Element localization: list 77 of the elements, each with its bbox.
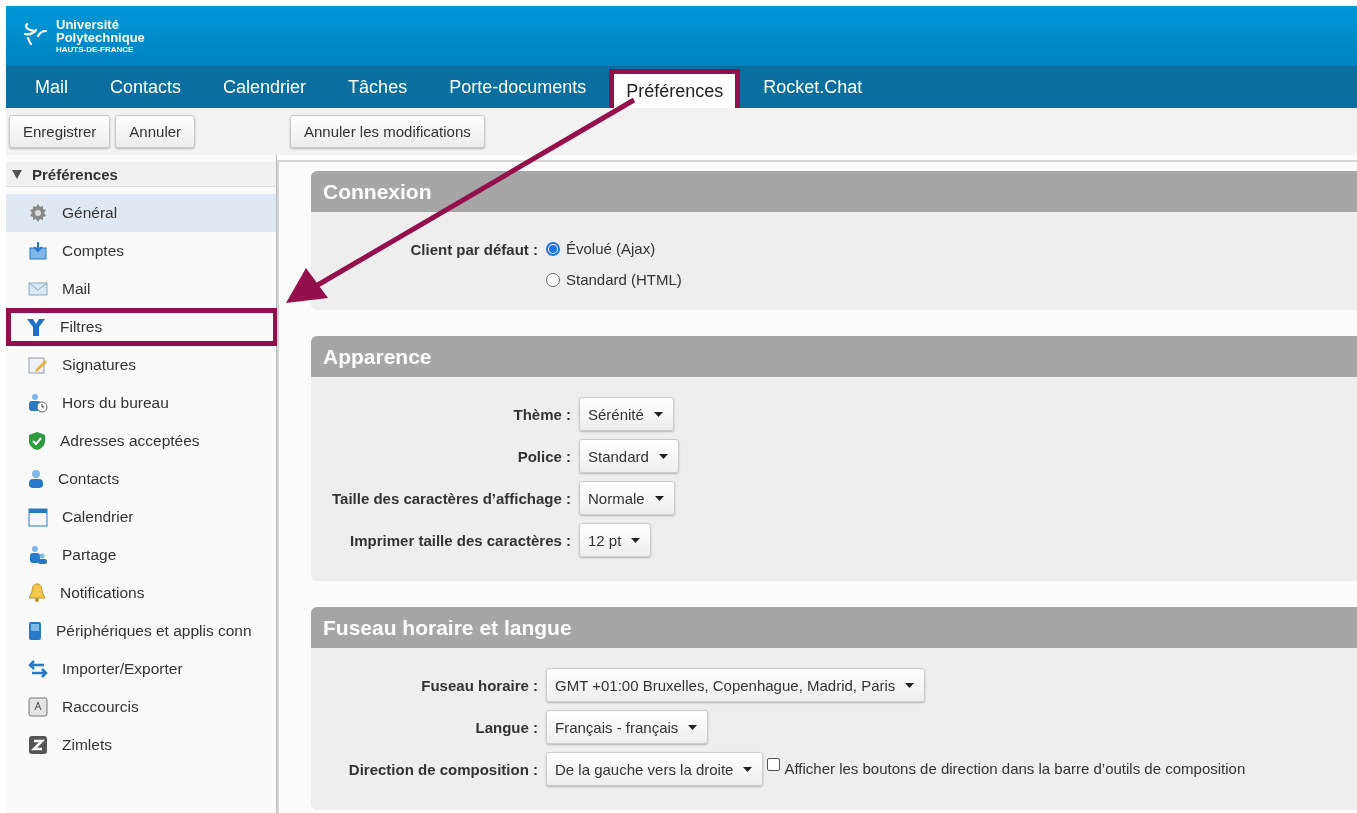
field-label: Fuseau horaire : [420, 676, 538, 696]
sidebar-item[interactable]: Filtres [6, 308, 278, 346]
caret-icon [658, 453, 668, 459]
field-label: Langue : [474, 718, 538, 738]
sidebar-header[interactable]: Préférences [6, 162, 276, 187]
sidebar-item[interactable]: Mail [6, 270, 276, 308]
z-square-icon [28, 735, 48, 755]
toolbar-button[interactable]: Enregistrer [9, 115, 111, 148]
sidebar-title: Préférences [32, 165, 118, 183]
dropdown[interactable]: 12 pt [579, 523, 652, 557]
filter-icon [26, 317, 46, 337]
radio-button[interactable] [546, 272, 560, 287]
swap-arrows-icon [28, 660, 48, 678]
dropdown[interactable]: Français - français [546, 710, 709, 744]
expand-triangle-icon [12, 169, 22, 179]
phone-icon [28, 621, 42, 641]
logo-text: Polytechnique [56, 31, 145, 44]
checkbox-label: Afficher les boutons de direction dans la barre d’outils de composition [784, 760, 1246, 778]
sidebar-item[interactable]: Signatures [6, 346, 276, 384]
sidebar-item[interactable]: Comptes [6, 232, 276, 270]
sidebar-item[interactable]: Adresses acceptées [6, 422, 276, 460]
envelope-icon [28, 282, 48, 296]
field-label: Thème : [512, 405, 571, 425]
radio-label: Évolué (Ajax) [566, 240, 656, 257]
caret-icon [653, 411, 663, 417]
radio-button[interactable] [546, 241, 560, 256]
sidebar-item[interactable]: Partage [6, 536, 276, 574]
nav-tab[interactable]: Calendrier [202, 66, 328, 108]
envelope-arrow-icon [28, 241, 48, 261]
nav-tab[interactable]: Rocket.Chat [742, 66, 884, 108]
sidebar-item[interactable]: Général [6, 194, 276, 232]
field-label: Taille des caractères d’affichage : [332, 489, 571, 509]
caret-icon [654, 495, 664, 501]
keyboard-key-icon [28, 697, 48, 717]
dropdown[interactable]: Standard [579, 439, 679, 473]
caret-icon [688, 724, 698, 730]
nav-tab[interactable]: Porte-documents [428, 66, 608, 108]
field-label: Imprimer taille des caractères : [349, 531, 571, 551]
logo-text: Université [56, 18, 120, 31]
toolbar-button[interactable]: Annuler [115, 115, 196, 148]
radio-label: Standard (HTML) [566, 271, 682, 288]
section-title: Apparence [311, 336, 1357, 377]
people-icon [28, 545, 48, 565]
section-title: Connexion [311, 171, 1357, 212]
caret-icon [743, 766, 753, 772]
field-label: Direction de composition : [347, 760, 538, 780]
bell-icon [28, 583, 46, 603]
dropdown[interactable]: Normale [579, 481, 675, 515]
person-clock-icon [28, 393, 48, 413]
sidebar-item[interactable]: Raccourcis [6, 688, 276, 726]
nav-tab[interactable]: Mail [14, 66, 89, 108]
person-icon [28, 469, 44, 489]
caret-icon [905, 682, 915, 688]
nav-tab[interactable]: Tâches [327, 66, 429, 108]
pencil-note-icon [28, 355, 48, 375]
sidebar-item[interactable]: Périphériques et applis conn [6, 612, 276, 650]
nav-tab[interactable]: Préférences [609, 69, 741, 108]
toolbar-button[interactable]: Annuler les modifications [290, 115, 485, 148]
sidebar-item[interactable]: Notifications [6, 574, 276, 612]
sidebar-item[interactable]: Importer/Exporter [6, 650, 276, 688]
sidebar-item[interactable]: Contacts [6, 460, 276, 498]
shield-check-icon [28, 431, 46, 451]
gear-icon [28, 203, 48, 223]
sidebar-item[interactable]: Hors du bureau [6, 384, 276, 422]
dropdown[interactable]: Sérénité [579, 397, 674, 431]
caret-icon [631, 537, 641, 543]
sidebar-item[interactable]: Zimlets [6, 726, 276, 764]
section-title: Fuseau horaire et langue [311, 607, 1357, 648]
field-label: Police : [516, 447, 571, 467]
dropdown[interactable]: GMT +01:00 Bruxelles, Copenhague, Madrid, Paris [546, 668, 926, 702]
logo-subtitle: HAUTS-DE-FRANCE [56, 46, 135, 54]
calendar-icon [28, 507, 48, 527]
field-label: Client par défaut : [409, 240, 538, 260]
checkbox[interactable] [767, 758, 781, 771]
dropdown[interactable]: De la gauche vers la droite [546, 752, 764, 786]
sidebar-item[interactable]: Calendrier [6, 498, 276, 536]
nav-tab[interactable]: Contacts [89, 66, 203, 108]
